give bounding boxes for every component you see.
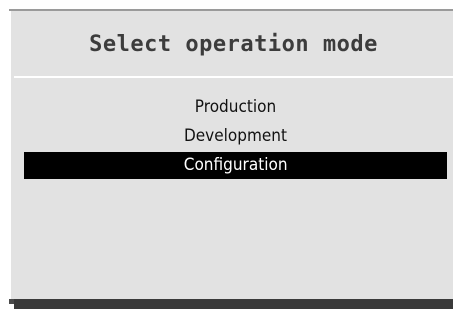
option-configuration[interactable]: Configuration bbox=[24, 152, 447, 179]
mode-option-list: Production Development Configuration bbox=[24, 94, 447, 181]
option-production[interactable]: Production bbox=[45, 94, 426, 121]
title-separator bbox=[14, 76, 453, 78]
option-label: Configuration bbox=[183, 155, 288, 175]
option-label: Development bbox=[183, 126, 287, 146]
dialog-title: Select operation mode bbox=[89, 32, 378, 57]
option-development[interactable]: Development bbox=[45, 123, 426, 150]
dialog-shadow-bottom bbox=[14, 299, 453, 309]
option-label: Production bbox=[194, 97, 277, 117]
dialog-top-border bbox=[9, 9, 453, 11]
